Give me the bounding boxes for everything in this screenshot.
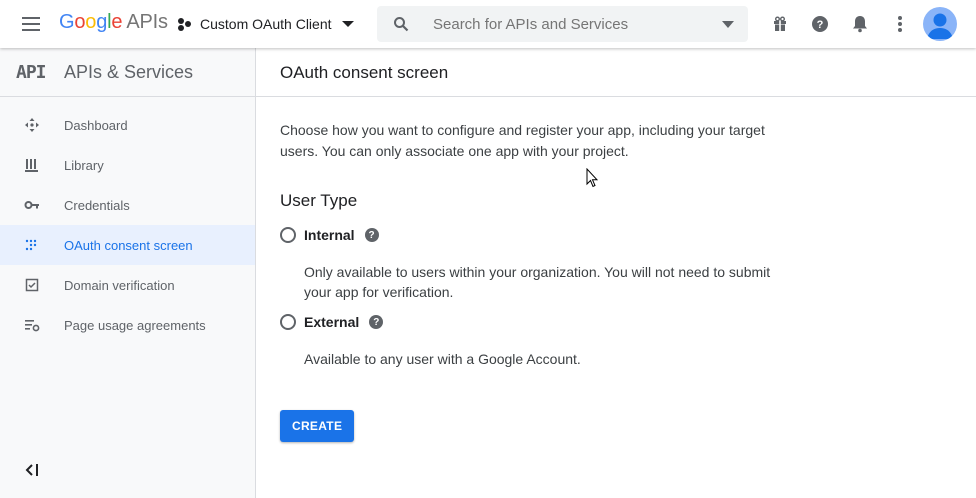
radio-option-external: External ? bbox=[280, 310, 780, 334]
search-box[interactable] bbox=[377, 6, 748, 42]
sidebar-item-oauth-consent-screen[interactable]: OAuth consent screen bbox=[0, 225, 255, 265]
gift-icon[interactable] bbox=[768, 12, 792, 36]
sidebar-item-label: Dashboard bbox=[64, 117, 128, 133]
notifications-icon[interactable] bbox=[848, 12, 872, 36]
intro-text: Choose how you want to configure and reg… bbox=[280, 122, 765, 159]
search-input[interactable] bbox=[433, 6, 703, 42]
project-icon bbox=[178, 17, 192, 31]
sidebar-item-label: Domain verification bbox=[64, 277, 175, 293]
chevron-down-icon bbox=[341, 21, 354, 27]
main-content: Choose how you want to configure and reg… bbox=[280, 97, 780, 442]
help-icon[interactable]: ? bbox=[369, 315, 384, 329]
sidebar-item-label: Page usage agreements bbox=[64, 317, 206, 333]
sidebar-nav: Dashboard Library Credentials OAuth cons… bbox=[0, 105, 255, 345]
settings-list-icon bbox=[25, 320, 40, 332]
search-dropdown-icon[interactable] bbox=[722, 21, 734, 28]
checkbox-icon bbox=[25, 278, 39, 292]
account-icon[interactable] bbox=[923, 7, 957, 41]
sidebar-header: API APIs & Services bbox=[0, 48, 255, 97]
sidebar-item-label: Credentials bbox=[64, 197, 130, 213]
external-label[interactable]: External bbox=[304, 314, 359, 330]
google-apis-logo[interactable]: Google APIs bbox=[59, 11, 168, 34]
external-description: Available to any user with a Google Acco… bbox=[304, 351, 581, 367]
page-header: OAuth consent screen bbox=[256, 48, 976, 97]
help-icon[interactable]: ? bbox=[364, 228, 379, 242]
project-name: Custom OAuth Client bbox=[200, 16, 332, 32]
logo-letter: o bbox=[74, 11, 86, 33]
api-logo-icon: API bbox=[16, 62, 46, 83]
key-icon bbox=[24, 201, 39, 209]
sidebar-item-page-usage-agreements[interactable]: Page usage agreements bbox=[0, 305, 255, 345]
external-radio[interactable] bbox=[280, 314, 296, 330]
radio-option-internal: Internal ? bbox=[280, 223, 780, 247]
sidebar-item-dashboard[interactable]: Dashboard bbox=[0, 105, 255, 145]
library-icon bbox=[25, 159, 38, 172]
internal-radio[interactable] bbox=[280, 227, 296, 243]
sidebar-item-library[interactable]: Library bbox=[0, 145, 255, 185]
page-title: OAuth consent screen bbox=[280, 63, 449, 82]
logo-letter: g bbox=[96, 11, 108, 33]
sidebar-item-domain-verification[interactable]: Domain verification bbox=[0, 265, 255, 305]
project-selector[interactable]: Custom OAuth Client bbox=[178, 12, 354, 36]
logo-letter: G bbox=[59, 11, 75, 33]
help-icon[interactable]: ? bbox=[808, 12, 832, 36]
logo-letter: o bbox=[85, 11, 97, 33]
sidebar-item-label: OAuth consent screen bbox=[64, 237, 193, 253]
dashboard-icon bbox=[25, 118, 39, 132]
search-icon bbox=[394, 17, 409, 32]
more-vert-icon[interactable] bbox=[888, 12, 912, 36]
mouse-cursor-icon bbox=[586, 168, 598, 188]
logo-letter: e bbox=[111, 11, 123, 33]
logo-product: APIs bbox=[126, 11, 168, 33]
user-type-heading: User Type bbox=[280, 191, 358, 210]
menu-icon[interactable] bbox=[20, 14, 42, 34]
create-button[interactable]: CREATE bbox=[280, 410, 355, 442]
consent-icon bbox=[25, 239, 37, 251]
sidebar-item-credentials[interactable]: Credentials bbox=[0, 185, 255, 225]
sidebar-title: APIs & Services bbox=[64, 62, 194, 82]
internal-label[interactable]: Internal bbox=[304, 227, 355, 243]
sidebar-item-label: Library bbox=[64, 157, 104, 173]
collapse-sidebar-icon[interactable] bbox=[24, 462, 40, 478]
sidebar: API APIs & Services Dashboard Library Cr… bbox=[0, 48, 256, 498]
internal-description: Only available to users within your orga… bbox=[304, 264, 771, 300]
svg-text:?: ? bbox=[817, 19, 824, 31]
top-app-bar: GoogleAPIs Custom OAuth Client ? bbox=[0, 0, 976, 48]
